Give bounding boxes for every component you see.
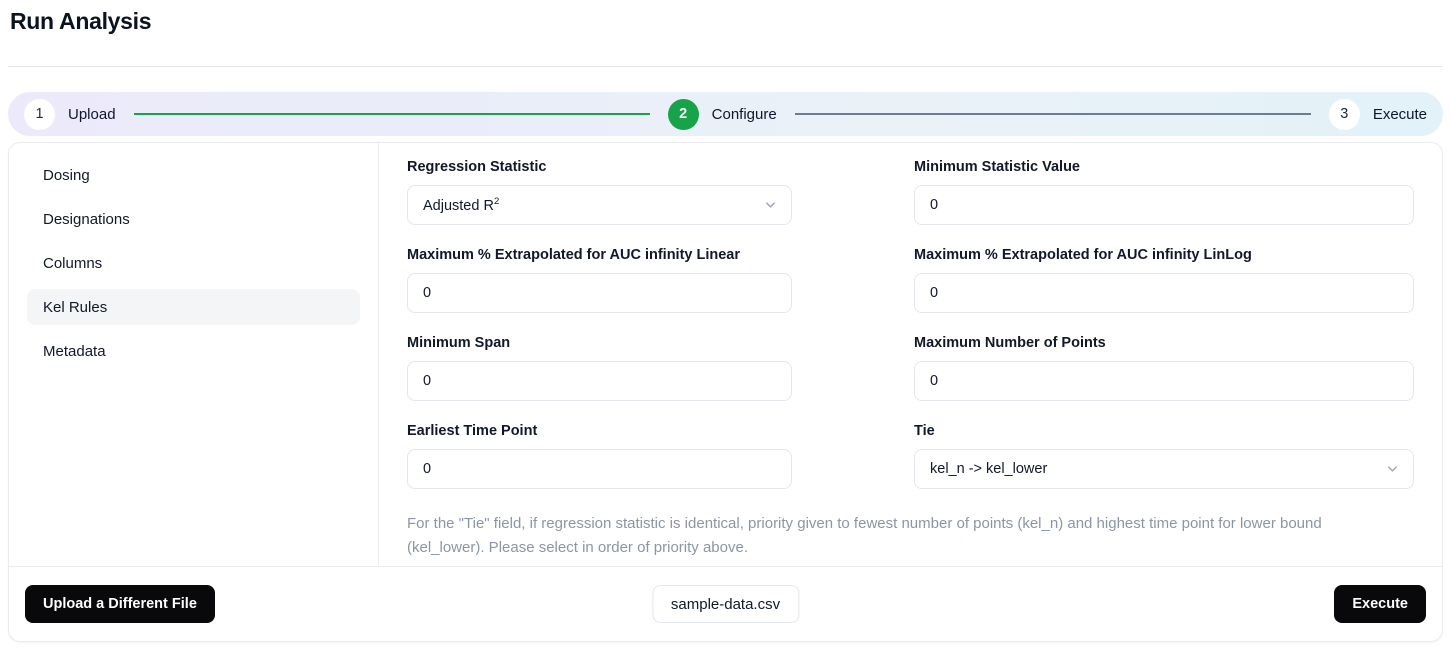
- chevron-down-icon: [763, 198, 778, 213]
- step-upload[interactable]: 1 Upload: [24, 98, 116, 130]
- earliest-time-point-value: 0: [423, 460, 432, 477]
- maximum-number-of-points-value: 0: [930, 372, 939, 389]
- field-maximum-number-of-points: Maximum Number of Points 0: [914, 334, 1414, 401]
- regression-statistic-value: Adjusted R2: [423, 197, 499, 213]
- earliest-time-point-input[interactable]: 0: [407, 449, 792, 489]
- step-configure[interactable]: 2 Configure: [667, 98, 777, 130]
- max-extrapolated-linear-input[interactable]: 0: [407, 273, 792, 313]
- step-execute-number: 3: [1328, 98, 1360, 130]
- sidebar-item-label: Columns: [43, 254, 103, 272]
- uploaded-file-chip[interactable]: sample-data.csv: [651, 585, 800, 623]
- step-upload-label: Upload: [68, 105, 116, 123]
- max-extrapolated-linlog-value: 0: [930, 284, 939, 301]
- field-max-extrapolated-linear: Maximum % Extrapolated for AUC infinity …: [407, 246, 792, 313]
- field-minimum-statistic-value: Minimum Statistic Value 0: [914, 158, 1414, 225]
- card-footer: Upload a Different File sample-data.csv …: [9, 566, 1442, 641]
- chevron-down-icon: [1385, 462, 1400, 477]
- regression-statistic-select[interactable]: Adjusted R2: [407, 185, 792, 225]
- tie-help-text: For the "Tie" field, if regression stati…: [407, 515, 1322, 556]
- minimum-span-label: Minimum Span: [407, 335, 511, 351]
- sidebar-item-dosing[interactable]: Dosing: [27, 157, 360, 193]
- progress-stepper: 1 Upload 2 Configure 3 Execute: [8, 92, 1443, 136]
- upload-different-file-button[interactable]: Upload a Different File: [25, 585, 215, 623]
- connector-configure-execute: [794, 113, 1311, 115]
- field-minimum-span: Minimum Span 0: [407, 334, 792, 401]
- configure-card: Dosing Designations Columns Kel Rules Me…: [8, 142, 1443, 642]
- sidebar-item-label: Designations: [43, 210, 130, 228]
- field-tie: Tie kel_n -> kel_lower: [914, 422, 1414, 489]
- value-superscript: 2: [493, 195, 500, 207]
- earliest-time-point-label: Earliest Time Point: [407, 423, 538, 439]
- sidebar-item-label: Kel Rules: [43, 298, 108, 316]
- step-upload-number: 1: [24, 98, 55, 130]
- step-configure-label: Configure: [711, 105, 777, 123]
- field-max-extrapolated-linlog: Maximum % Extrapolated for AUC infinity …: [914, 246, 1414, 313]
- maximum-number-of-points-input[interactable]: 0: [914, 361, 1414, 401]
- max-extrapolated-linlog-input[interactable]: 0: [914, 273, 1414, 313]
- uploaded-file-name: sample-data.csv: [670, 595, 781, 613]
- tie-select[interactable]: kel_n -> kel_lower: [914, 449, 1414, 489]
- config-sidebar: Dosing Designations Columns Kel Rules Me…: [9, 143, 379, 565]
- regression-statistic-label: Regression Statistic: [407, 158, 792, 176]
- minimum-span-input[interactable]: 0: [407, 361, 792, 401]
- minimum-statistic-value-text: 0: [930, 196, 939, 213]
- card-body: Dosing Designations Columns Kel Rules Me…: [9, 143, 1442, 568]
- step-execute-label: Execute: [1372, 105, 1428, 123]
- label-text: Regression Statistic: [407, 159, 547, 175]
- sidebar-item-designations[interactable]: Designations: [27, 201, 360, 237]
- step-execute[interactable]: 3 Execute: [1328, 98, 1428, 130]
- header-divider: [8, 66, 1443, 67]
- sidebar-item-label: Dosing: [43, 166, 90, 184]
- connector-upload-configure: [133, 113, 650, 115]
- max-extrapolated-linear-label: Maximum % Extrapolated for AUC infinity …: [407, 247, 741, 263]
- minimum-span-value: 0: [423, 372, 432, 389]
- maximum-number-of-points-label: Maximum Number of Points: [914, 335, 1106, 351]
- value-text: Adjusted R: [423, 197, 494, 214]
- run-analysis-page: Run Analysis 1 Upload 2 Configure 3 Exec…: [0, 0, 1451, 658]
- kel-rules-form: Regression Statistic Adjusted R2 Minimum…: [379, 143, 1442, 568]
- tie-label: Tie: [914, 423, 935, 439]
- field-earliest-time-point: Earliest Time Point 0: [407, 422, 792, 489]
- execute-button[interactable]: Execute: [1334, 585, 1426, 623]
- tie-value: kel_n -> kel_lower: [930, 460, 1048, 477]
- sidebar-item-columns[interactable]: Columns: [27, 245, 360, 281]
- sidebar-item-metadata[interactable]: Metadata: [27, 333, 360, 369]
- minimum-statistic-value-label: Minimum Statistic Value: [914, 159, 1080, 175]
- form-grid: Regression Statistic Adjusted R2 Minimum…: [407, 158, 1414, 510]
- sidebar-item-label: Metadata: [43, 342, 106, 360]
- minimum-statistic-value-input[interactable]: 0: [914, 185, 1414, 225]
- max-extrapolated-linlog-label: Maximum % Extrapolated for AUC infinity …: [914, 247, 1252, 263]
- page-title: Run Analysis: [10, 8, 152, 34]
- max-extrapolated-linear-value: 0: [423, 284, 432, 301]
- field-regression-statistic: Regression Statistic Adjusted R2: [407, 158, 792, 225]
- step-configure-number: 2: [667, 98, 699, 130]
- sidebar-item-kel-rules[interactable]: Kel Rules: [27, 289, 360, 325]
